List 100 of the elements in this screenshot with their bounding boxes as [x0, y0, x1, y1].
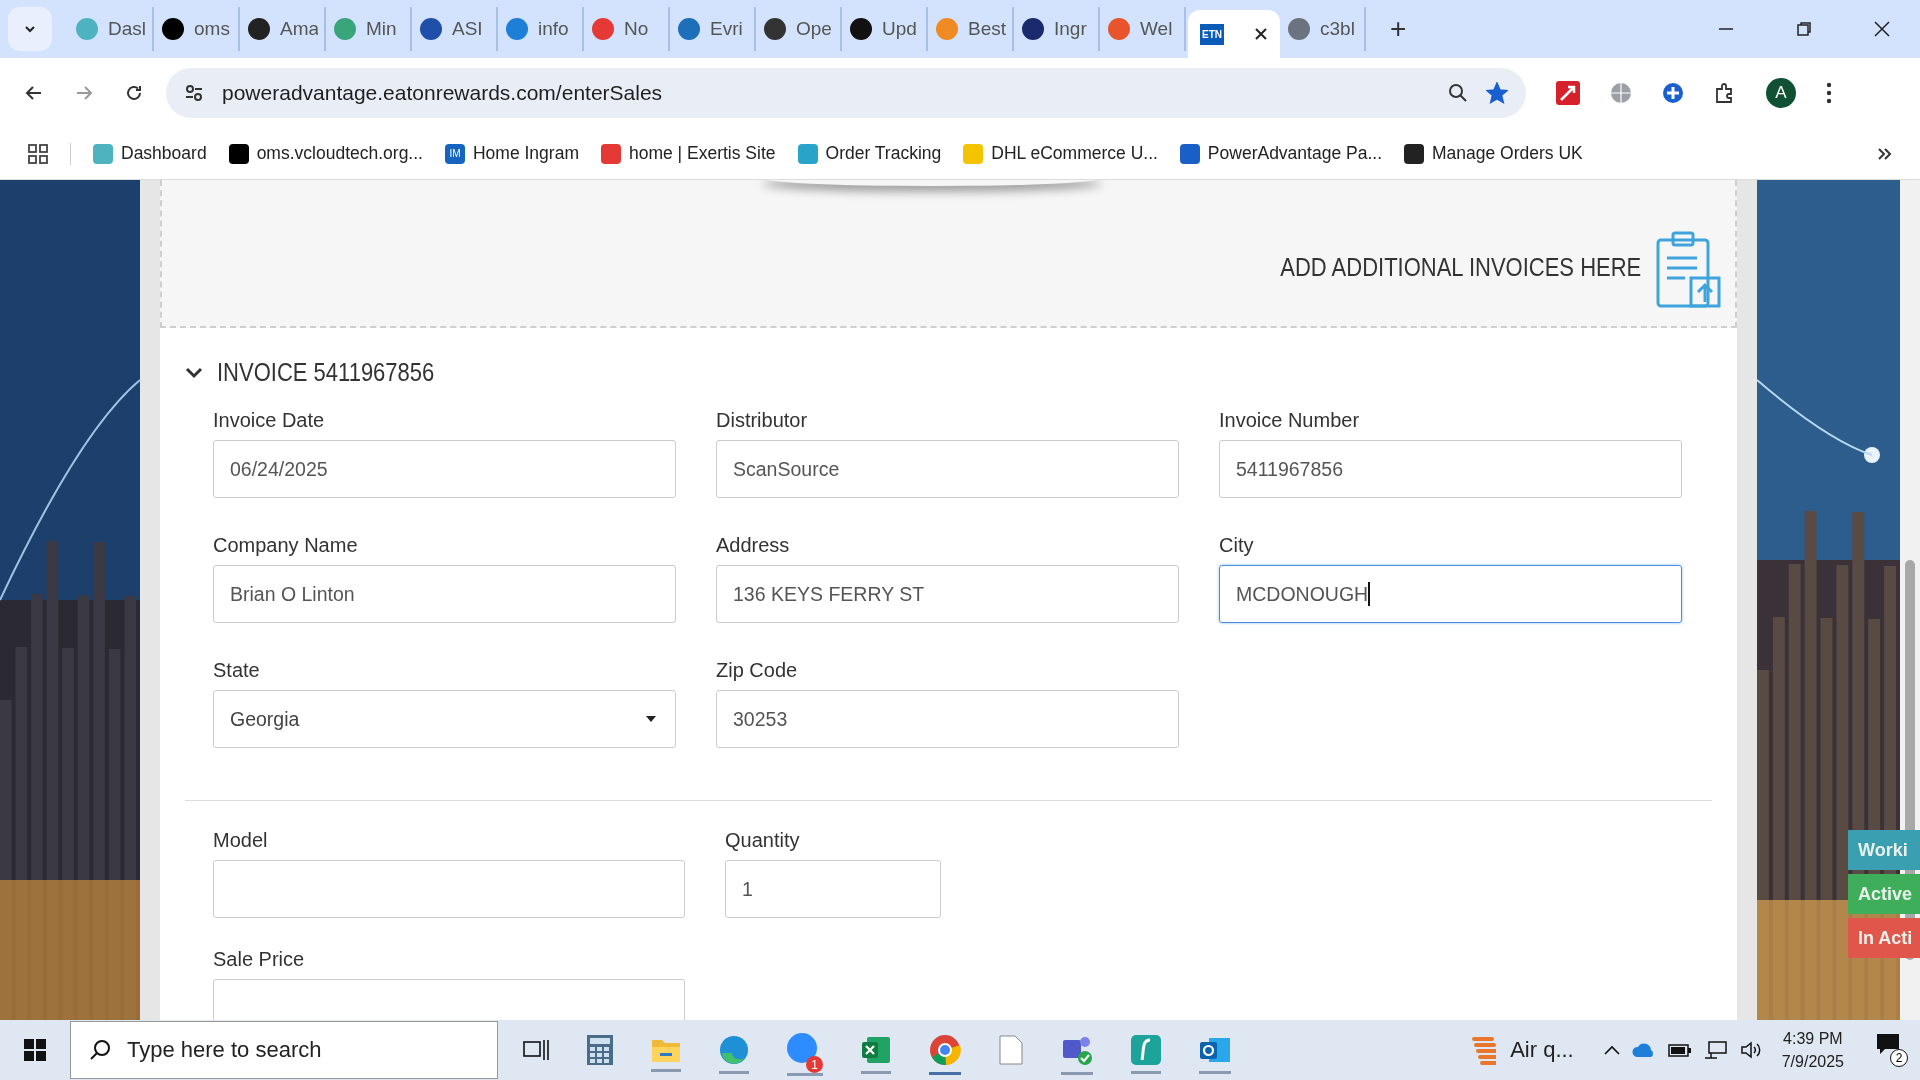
input-field[interactable]: 06/24/2025 — [213, 440, 676, 498]
input-field[interactable]: 5411967856 — [1219, 440, 1682, 498]
tab-title: Ingr — [1054, 18, 1087, 40]
folder-icon[interactable] — [651, 1037, 681, 1072]
chevron-up-icon[interactable] — [1603, 1045, 1620, 1055]
restore-icon[interactable] — [1796, 21, 1812, 37]
new-tab-button[interactable]: + — [1384, 12, 1413, 46]
edge-browser-icon[interactable] — [719, 1035, 749, 1074]
browser-tab[interactable]: Dasl — [70, 7, 154, 51]
zoom-icon[interactable] — [1448, 83, 1468, 103]
field-label: Model — [213, 829, 269, 852]
bookmark-link[interactable]: home | Exertis Site — [600, 143, 776, 164]
browser-tab[interactable]: Evri — [672, 7, 756, 51]
cloud-icon[interactable] — [1631, 1042, 1656, 1058]
browser-tab[interactable]: Min — [328, 7, 412, 51]
browser-tab[interactable]: Best — [930, 7, 1014, 51]
input-field[interactable]: Brian O Linton — [213, 565, 676, 623]
browser-tab[interactable]: ASI — [414, 7, 498, 51]
tab-title: Min — [366, 18, 397, 40]
bookmark-link[interactable]: oms.vcloudtech.org... — [228, 143, 423, 164]
browser-tab[interactable]: Upd — [844, 7, 928, 51]
tab-title: Wel — [1140, 18, 1173, 40]
clock-time[interactable]: 4:39 PM — [1783, 1026, 1843, 1050]
tab-title: Evri — [710, 18, 743, 40]
tab-title: Ope — [796, 18, 832, 40]
field-label: Invoice Number — [1219, 409, 1361, 432]
field-label: Company Name — [213, 534, 359, 557]
input-field[interactable] — [213, 860, 685, 918]
input-field[interactable]: 1 — [725, 860, 941, 918]
address-bar[interactable]: poweradvantage.eatonrewards.com/enterSales — [166, 68, 1526, 118]
browser-tab[interactable]: c3bl — [1282, 7, 1366, 51]
invoice-dropzone[interactable]: ADD ADDITIONAL INVOICES HERE — [160, 180, 1737, 328]
clock-date[interactable]: 7/9/2025 — [1781, 1050, 1844, 1074]
browser-tab[interactable]: No — [586, 7, 670, 51]
star-icon[interactable] — [1486, 82, 1508, 104]
reload-icon[interactable] — [124, 83, 144, 103]
field-label: State — [213, 659, 261, 682]
tab-title: info — [538, 18, 569, 40]
double-chevron-icon[interactable] — [1876, 145, 1892, 162]
notification-badge: 1 — [806, 1056, 823, 1073]
browser-tab[interactable]: Wel — [1102, 7, 1186, 51]
tab-title: oms — [194, 18, 230, 40]
pdf-extension-icon[interactable] — [1556, 81, 1580, 105]
url-text: poweradvantage.eatonrewards.com/enterSales — [222, 81, 663, 105]
spreadsheet-app-icon[interactable] — [861, 1035, 891, 1074]
browser-tab[interactable]: Ope — [758, 7, 842, 51]
field-label: Sale Price — [213, 948, 306, 971]
browser-tab[interactable]: oms — [156, 7, 240, 51]
tab-favicon: ETN — [1200, 23, 1224, 45]
bookmark-link[interactable]: Manage Orders UK — [1404, 143, 1583, 164]
globe-icon[interactable] — [1610, 82, 1632, 104]
bookmark-link[interactable]: IM Home Ingram — [444, 143, 579, 164]
site-settings-icon[interactable] — [184, 83, 204, 103]
close-icon[interactable] — [1254, 27, 1268, 41]
tab-title: Dasl — [108, 18, 146, 40]
search-icon — [89, 1039, 111, 1061]
vpn-app-icon[interactable] — [1131, 1035, 1161, 1074]
tab-title: c3bl — [1320, 18, 1355, 40]
close-icon[interactable] — [1874, 21, 1890, 37]
notification-icon — [1876, 1033, 1900, 1055]
battery-icon[interactable] — [1667, 1042, 1692, 1058]
bookmark-link[interactable]: Order Tracking — [797, 143, 942, 164]
apps-grid-icon[interactable] — [28, 143, 48, 164]
notification-count: 2 — [1890, 1049, 1908, 1067]
air-quality-icon — [1472, 1035, 1497, 1065]
input-field[interactable]: MCDONOUGH — [1219, 565, 1682, 623]
field-label: City — [1219, 534, 1255, 557]
tab-title: ASI — [452, 18, 483, 40]
browser-tab[interactable]: Ingr — [1016, 7, 1100, 51]
bookmark-link[interactable]: DHL eCommerce U... — [963, 143, 1158, 164]
windows-start-icon[interactable] — [24, 1039, 46, 1061]
taskbar-search-field[interactable]: Type here to search — [70, 1021, 498, 1079]
notification-center-button[interactable]: 2 — [1876, 1033, 1908, 1067]
caret-icon — [645, 715, 657, 723]
bookmark-favicon: IM — [444, 143, 465, 164]
chevron-down-icon[interactable] — [185, 365, 203, 380]
state-dropdown[interactable]: Georgia — [213, 690, 676, 748]
more-menu-icon[interactable] — [1826, 82, 1832, 104]
bookmark-link[interactable]: Dashboard — [93, 143, 207, 164]
bookmark-link[interactable]: PowerAdvantage Pa... — [1179, 143, 1382, 164]
browser-tab[interactable]: ETN — [1188, 10, 1280, 58]
weather-widget[interactable]: Air q... — [1472, 1035, 1574, 1065]
task-view-icon[interactable] — [523, 1039, 549, 1061]
speaker-icon[interactable] — [1739, 1041, 1762, 1059]
network-icon[interactable] — [1703, 1041, 1728, 1059]
input-field[interactable]: 30253 — [716, 690, 1179, 748]
calculator-icon[interactable] — [587, 1035, 613, 1065]
teams-app-icon[interactable] — [1061, 1034, 1093, 1075]
input-field[interactable]: 136 KEYS FERRY ST — [716, 565, 1179, 623]
field-label: Zip Code — [716, 659, 799, 682]
invoice-heading: INVOICE 5411967856 — [217, 358, 435, 387]
tab-title: No — [624, 18, 649, 40]
input-field[interactable]: ScanSource — [716, 440, 1179, 498]
outlook-app-icon[interactable] — [1199, 1035, 1231, 1074]
chrome-browser-icon[interactable] — [929, 1034, 961, 1075]
profile-avatar[interactable]: A — [1766, 78, 1796, 108]
field-label: Address — [716, 534, 791, 557]
tab-title: Upd — [882, 18, 917, 40]
browser-tab[interactable]: info — [500, 7, 584, 51]
field-label: Invoice Date — [213, 409, 326, 432]
